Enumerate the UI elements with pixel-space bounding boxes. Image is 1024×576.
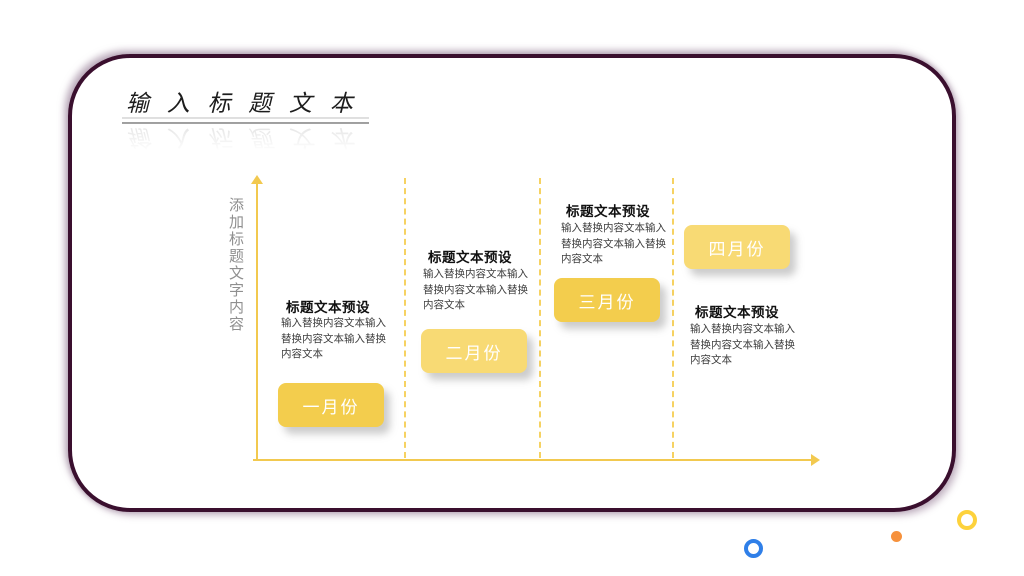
- grid-dashed-line-2: [539, 178, 541, 458]
- column-3-body-text: 输入替换内容文本输入替换内容文本输入替换内容文本: [561, 222, 666, 265]
- column-4-heading: 标题文本预设: [695, 305, 779, 320]
- decorative-blue-ring: [744, 539, 763, 558]
- column-4-body-text: 输入替换内容文本输入替换内容文本输入替换内容文本: [690, 323, 795, 366]
- decorative-yellow-ring: [957, 510, 977, 530]
- x-axis-line: [253, 459, 813, 461]
- month-button-march[interactable]: 三月份: [554, 278, 660, 322]
- column-3-heading: 标题文本预设: [566, 204, 650, 219]
- grid-dashed-line-1: [404, 178, 406, 458]
- y-axis-line: [256, 184, 258, 461]
- month-button-february[interactable]: 二月份: [421, 329, 527, 373]
- column-1-heading: 标题文本预设: [286, 300, 370, 315]
- column-2-body-text: 输入替换内容文本输入替换内容文本输入替换内容文本: [423, 268, 528, 311]
- column-2-heading: 标题文本预设: [428, 250, 512, 265]
- decorative-orange-dot: [891, 531, 902, 542]
- title-reflection-fade: [110, 116, 375, 162]
- grid-dashed-line-3: [672, 178, 674, 458]
- y-axis-arrow-icon: [251, 175, 263, 184]
- vertical-axis-label: 添加标题文字内容: [227, 197, 244, 333]
- column-1-body-text: 输入替换内容文本输入替换内容文本输入替换内容文本: [281, 317, 386, 360]
- month-button-january[interactable]: 一月份: [278, 383, 384, 427]
- slide-canvas: 输 入 标 题 文 本 输 入 标 题 文 本 添加标题文字内容 标题文本预设 …: [0, 0, 1024, 576]
- month-button-april[interactable]: 四月份: [684, 225, 790, 269]
- x-axis-arrow-icon: [811, 454, 820, 466]
